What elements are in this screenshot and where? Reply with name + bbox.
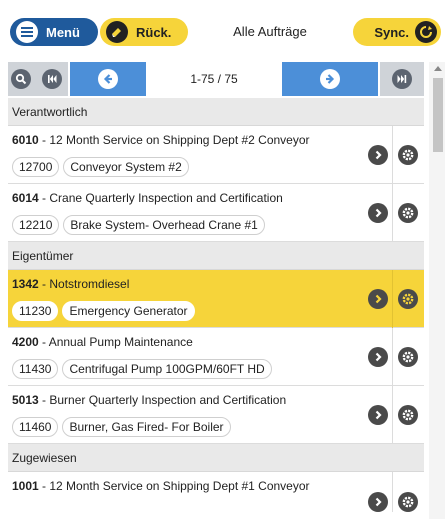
- action-divider: [392, 328, 393, 386]
- action-divider: [392, 386, 393, 444]
- sync-button-label: Sync.: [374, 24, 409, 40]
- item-description: - Burner Quarterly Inspection and Certif…: [38, 393, 287, 407]
- menu-button-label: Menü: [46, 24, 80, 40]
- menu-button[interactable]: Menü: [10, 18, 98, 46]
- scroll-up-arrow-icon[interactable]: [434, 66, 442, 71]
- item-description: - Crane Quarterly Inspection and Certifi…: [38, 191, 283, 205]
- gear-icon[interactable]: [398, 405, 418, 425]
- item-tags: 11230 Emergency Generator: [12, 301, 199, 321]
- item-tags: 12700 Conveyor System #2: [12, 157, 193, 177]
- page-title: Alle Aufträge: [233, 24, 307, 39]
- list-item[interactable]: 5013 - Burner Quarterly Inspection and C…: [8, 386, 424, 444]
- asset-name-tag: Centrifugal Pump 100GPM/60FT HD: [62, 359, 272, 379]
- pagination-bar: 1-75 / 75: [0, 62, 445, 96]
- asset-number-tag: 11230: [12, 301, 59, 321]
- gear-icon[interactable]: [398, 203, 418, 223]
- next-page-button[interactable]: [282, 62, 378, 96]
- item-tags: 12210 Brake System- Overhead Crane #1: [12, 215, 269, 235]
- open-arrow-icon[interactable]: [368, 492, 388, 512]
- asset-number-tag: 12700: [12, 157, 60, 177]
- item-id: 1342: [12, 277, 39, 291]
- item-title: 1342 - Notstromdiesel: [12, 277, 364, 291]
- item-title: 5013 - Burner Quarterly Inspection and C…: [12, 393, 364, 407]
- search-icon[interactable]: [11, 69, 31, 89]
- list-item[interactable]: 6014 - Crane Quarterly Inspection and Ce…: [8, 184, 424, 242]
- first-page-icon[interactable]: [42, 69, 62, 89]
- hamburger-icon: [16, 21, 38, 43]
- action-divider: [392, 472, 393, 512]
- item-title: 6014 - Crane Quarterly Inspection and Ce…: [12, 191, 364, 205]
- asset-name-tag: Emergency Generator: [62, 301, 195, 321]
- item-title: 4200 - Annual Pump Maintenance: [12, 335, 364, 349]
- item-id: 6010: [12, 133, 39, 147]
- list-item-selected[interactable]: 1342 - Notstromdiesel 11230 Emergency Ge…: [8, 270, 424, 328]
- asset-name-tag: Conveyor System #2: [63, 157, 189, 177]
- action-divider: [392, 126, 393, 184]
- open-arrow-icon[interactable]: [368, 145, 388, 165]
- list-item[interactable]: 4200 - Annual Pump Maintenance 11430 Cen…: [8, 328, 424, 386]
- back-button-label: Rück.: [136, 24, 172, 40]
- back-button[interactable]: Rück.: [100, 18, 188, 46]
- item-id: 4200: [12, 335, 39, 349]
- item-title: 1001 - 12 Month Service on Shipping Dept…: [12, 479, 364, 493]
- scrollbar-thumb[interactable]: [433, 78, 443, 152]
- open-arrow-icon[interactable]: [368, 405, 388, 425]
- item-description: - 12 Month Service on Shipping Dept #1 C…: [38, 479, 310, 493]
- item-id: 1001: [12, 479, 39, 493]
- item-id: 5013: [12, 393, 39, 407]
- item-description: - 12 Month Service on Shipping Dept #2 C…: [38, 133, 310, 147]
- arrow-right-icon: [320, 69, 340, 89]
- page-range: 1-75 / 75: [190, 72, 238, 86]
- list-item[interactable]: 6010 - 12 Month Service on Shipping Dept…: [8, 126, 424, 184]
- last-page-icon[interactable]: [392, 69, 412, 89]
- gear-icon[interactable]: [398, 289, 418, 309]
- arrow-left-icon: [98, 69, 118, 89]
- item-title: 6010 - 12 Month Service on Shipping Dept…: [12, 133, 364, 147]
- gear-icon[interactable]: [398, 492, 418, 512]
- asset-number-tag: 12210: [12, 215, 60, 235]
- asset-name-tag: Brake System- Overhead Crane #1: [63, 215, 265, 235]
- gear-icon[interactable]: [398, 145, 418, 165]
- section-header-assigned: Zugewiesen: [8, 444, 424, 472]
- section-header-responsible: Verantwortlich: [8, 98, 424, 126]
- item-id: 6014: [12, 191, 39, 205]
- item-description: - Notstromdiesel: [38, 277, 130, 291]
- top-bar: Menü Rück. Alle Aufträge Sync.: [0, 0, 445, 62]
- work-order-list: Verantwortlich 6010 - 12 Month Service o…: [8, 98, 424, 512]
- action-divider: [392, 184, 393, 242]
- previous-page-button[interactable]: [70, 62, 146, 96]
- gear-icon[interactable]: [398, 347, 418, 367]
- list-item[interactable]: 1001 - 12 Month Service on Shipping Dept…: [8, 472, 424, 512]
- action-divider: [392, 270, 393, 328]
- eraser-icon: [106, 21, 128, 43]
- item-description: - Annual Pump Maintenance: [38, 335, 193, 349]
- open-arrow-icon[interactable]: [368, 347, 388, 367]
- sync-button[interactable]: Sync.: [353, 18, 441, 46]
- asset-name-tag: Burner, Gas Fired- For Boiler: [62, 417, 231, 437]
- section-header-owner: Eigentümer: [8, 242, 424, 270]
- sync-icon: [415, 21, 437, 43]
- open-arrow-icon[interactable]: [368, 203, 388, 223]
- item-tags: 11460 Burner, Gas Fired- For Boiler: [12, 417, 235, 437]
- asset-number-tag: 11460: [12, 417, 59, 437]
- item-tags: 11430 Centrifugal Pump 100GPM/60FT HD: [12, 359, 276, 379]
- asset-number-tag: 11430: [12, 359, 59, 379]
- open-arrow-icon[interactable]: [368, 289, 388, 309]
